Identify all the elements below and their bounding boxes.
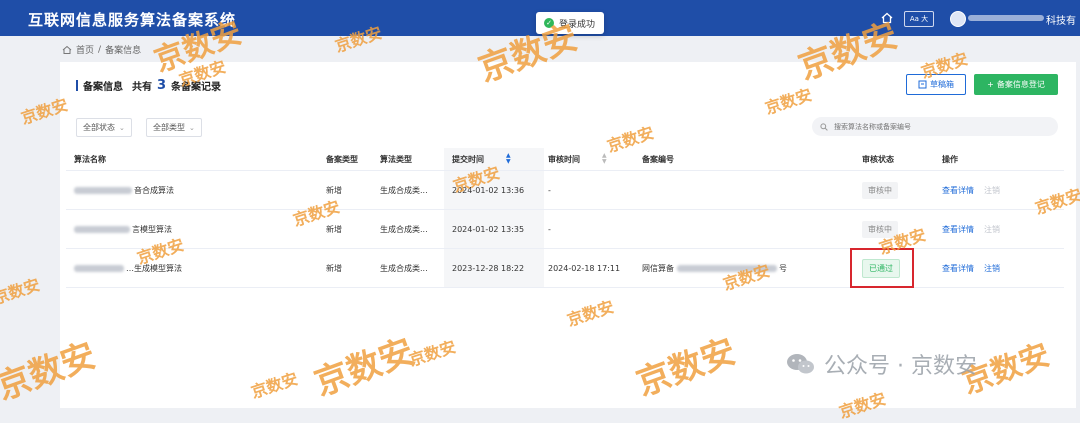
total-prefix: 共有	[132, 82, 152, 93]
user-avatar[interactable]	[950, 11, 966, 27]
breadcrumb: 首页 / 备案信息	[62, 43, 141, 56]
algorithm-name: …生成模型算法	[74, 249, 182, 287]
submit-time: 2023-12-28 18:22	[444, 249, 544, 287]
submit-time: 2024-01-02 13:35	[444, 210, 544, 248]
status-badge: 审核中	[862, 181, 898, 199]
col-algorithm-type: 算法类型	[380, 154, 412, 164]
status-filter-value: 全部状态	[83, 123, 115, 132]
search-box[interactable]	[812, 117, 1058, 136]
record-suffix: 号	[779, 263, 787, 273]
check-circle-icon: ✓	[544, 18, 554, 28]
row-actions: 查看详情 注销	[942, 210, 1000, 248]
font-size-toggle[interactable]: Aa 大	[904, 11, 934, 27]
review-time: -	[548, 185, 551, 195]
filing-type: 新增	[326, 185, 342, 195]
redacted-text	[74, 186, 132, 194]
sort-icon[interactable]: ▲ ▼	[506, 153, 511, 165]
algorithm-type: 生成合成类...	[380, 263, 428, 273]
algorithm-type: 生成合成类...	[380, 224, 428, 234]
register-filing-label: 备案信息登记	[996, 80, 1045, 89]
drafts-button[interactable]: 草稿箱	[906, 74, 966, 95]
algorithm-type: 生成合成类...	[380, 185, 428, 195]
section-title: 备案信息 共有 3 条备案记录	[76, 78, 221, 93]
watermark: 京数安	[0, 274, 43, 308]
total-suffix: 条备案记录	[171, 82, 222, 93]
col-submit-time-label: 提交时间	[452, 154, 484, 164]
plus-icon: +	[987, 80, 994, 89]
home-icon	[62, 45, 72, 54]
chevron-down-icon: ⌄	[119, 123, 125, 132]
breadcrumb-separator: /	[98, 44, 102, 55]
cancel-link[interactable]: 注销	[984, 185, 1000, 196]
redacted-text	[677, 264, 777, 272]
records-table: 算法名称 备案类型 算法类型 提交时间 ▲ ▼ 审核时间 ▲ ▼ 备案编号 审核状态…	[66, 148, 1064, 288]
redacted-text	[74, 225, 130, 233]
col-filing-type: 备案类型	[326, 154, 358, 164]
col-actions: 操作	[942, 154, 958, 164]
type-filter-value: 全部类型	[153, 123, 185, 132]
col-review-time[interactable]: 审核时间 ▲ ▼	[540, 148, 638, 170]
view-details-link[interactable]: 查看详情	[942, 185, 974, 196]
username-suffix[interactable]: 科技有	[1046, 12, 1076, 27]
algorithm-name: 音合成算法	[74, 171, 174, 209]
toast-text: 登录成功	[559, 19, 596, 30]
review-status: 审核中	[862, 171, 898, 209]
algorithm-name-text: 言模型算法	[132, 224, 172, 234]
review-status: 审核中	[862, 210, 898, 248]
search-icon	[820, 122, 828, 131]
type-filter-select[interactable]: 全部类型 ⌄	[146, 118, 202, 137]
login-success-toast: ✓ 登录成功	[536, 12, 605, 34]
algorithm-name: 言模型算法	[74, 210, 172, 248]
app-title: 互联网信息服务算法备案系统	[28, 11, 237, 29]
record-number: 网信算备 号	[642, 249, 787, 287]
col-review-status: 审核状态	[862, 154, 894, 164]
record-count: 3	[157, 78, 167, 93]
algorithm-name-text: …生成模型算法	[126, 263, 182, 273]
cancel-link[interactable]: 注销	[984, 224, 1000, 235]
drafts-button-label: 草稿箱	[930, 80, 954, 89]
review-time: -	[548, 224, 551, 234]
table-row: 音合成算法 新增 生成合成类... 2024-01-02 13:36 - 审核中…	[66, 171, 1064, 210]
home-icon[interactable]	[880, 11, 894, 25]
username-redacted	[968, 15, 1044, 21]
filing-type: 新增	[326, 263, 342, 273]
col-record-number: 备案编号	[642, 154, 674, 164]
chevron-down-icon: ⌄	[189, 123, 195, 132]
register-filing-button[interactable]: + 备案信息登记	[974, 74, 1058, 95]
table-row: …生成模型算法 新增 生成合成类... 2023-12-28 18:22 202…	[66, 249, 1064, 288]
algorithm-name-text: 音合成算法	[134, 185, 174, 195]
col-name: 算法名称	[74, 154, 106, 164]
approved-status-highlight	[850, 248, 914, 288]
col-review-time-label: 审核时间	[548, 154, 580, 164]
sort-icon[interactable]: ▲ ▼	[602, 153, 607, 165]
status-badge: 审核中	[862, 220, 898, 238]
view-details-link[interactable]: 查看详情	[942, 263, 974, 274]
review-time: 2024-02-18 17:11	[548, 263, 621, 273]
redacted-text	[74, 264, 124, 272]
submit-time: 2024-01-02 13:36	[444, 171, 544, 209]
filing-type: 新增	[326, 224, 342, 234]
title-accent-bar	[76, 80, 78, 91]
table-row: 言模型算法 新增 生成合成类... 2024-01-02 13:35 - 审核中…	[66, 210, 1064, 249]
breadcrumb-home[interactable]: 首页	[76, 43, 94, 56]
wechat-account-text: 公众号 · 京数安	[824, 354, 977, 379]
wechat-account-mark: 公众号 · 京数安	[786, 348, 977, 380]
record-prefix: 网信算备	[642, 263, 674, 273]
row-actions: 查看详情 注销	[942, 171, 1000, 209]
col-submit-time[interactable]: 提交时间 ▲ ▼	[444, 148, 544, 170]
view-details-link[interactable]: 查看详情	[942, 224, 974, 235]
search-input[interactable]	[832, 121, 1036, 132]
wechat-icon	[787, 354, 814, 374]
cancel-link[interactable]: 注销	[984, 263, 1000, 274]
section-title-text: 备案信息	[83, 82, 123, 93]
table-header: 算法名称 备案类型 算法类型 提交时间 ▲ ▼ 审核时间 ▲ ▼ 备案编号 审核状态…	[66, 148, 1064, 171]
breadcrumb-current: 备案信息	[105, 46, 142, 56]
draft-box-icon	[918, 80, 927, 89]
status-filter-select[interactable]: 全部状态 ⌄	[76, 118, 132, 137]
row-actions: 查看详情 注销	[942, 249, 1000, 287]
